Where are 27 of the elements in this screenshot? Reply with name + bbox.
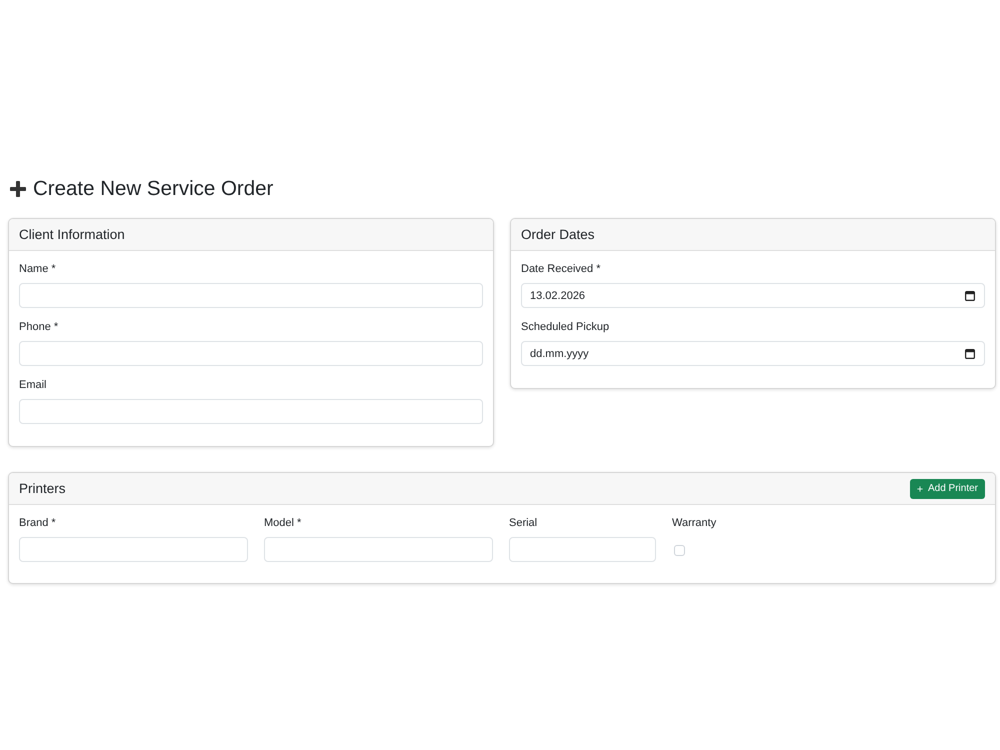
card-title: Order Dates [521,227,595,242]
plus-icon [916,486,923,492]
text-field[interactable] [264,537,493,562]
checkbox[interactable] [674,545,685,556]
field-label: Phone * [19,321,58,334]
field-label: Model * [264,517,302,530]
date-field[interactable]: dd.mm.yyyy [521,341,985,366]
plus-icon [10,181,26,197]
text-field[interactable] [19,537,248,562]
text-field[interactable] [19,341,483,366]
field-label: Brand * [19,517,56,530]
field-label: Email [19,379,47,392]
text-field[interactable] [509,537,656,562]
field-label: Scheduled Pickup [521,321,610,334]
card-title: Client Information [19,227,125,242]
text-field[interactable] [19,283,483,308]
calendar-icon[interactable] [965,290,975,300]
date-field[interactable]: 13.02.2026 [521,283,985,308]
page-title: Create New Service Order [33,177,274,201]
field-label: Serial [509,517,538,530]
calendar-icon[interactable] [965,348,975,358]
field-label: Date Received * [521,263,600,276]
field-label: Warranty [672,517,716,530]
card-title: Printers [19,481,66,496]
text-field[interactable] [19,399,483,424]
add-printer-button[interactable]: Add Printer [910,478,985,498]
field-label: Name * [19,263,56,276]
